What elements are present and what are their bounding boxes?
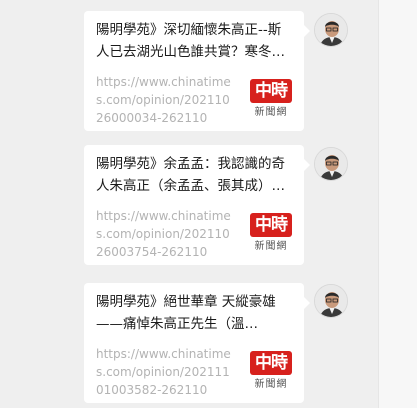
scrollbar-track[interactable] [378,0,417,408]
logo-top-text: 中時 [250,79,292,103]
logo-bottom-text: 新聞網 [254,107,288,118]
logo-bottom-text: 新聞網 [254,241,288,252]
link-card-title: 陽明學苑》余孟孟：我認識的奇人朱高正（余孟孟、張其成）… [96,156,285,194]
chinatimes-logo-icon: 中時 新聞網 [250,79,292,127]
link-card-url: https://www.chinatimes.com/opinion/20211… [96,75,231,125]
logo-bottom-text: 新聞網 [254,379,288,390]
link-card-title: 陽明學苑》深切緬懷朱高正--斯人已去湖光山色誰共賞？寒冬… [96,22,285,60]
user-avatar-icon[interactable] [314,284,348,318]
link-card-body: https://www.chinatimes.com/opinion/20211… [96,207,292,265]
user-avatar-icon[interactable] [314,13,348,47]
link-card-body: https://www.chinatimes.com/opinion/20211… [96,73,292,131]
link-card[interactable]: 陽明學苑》余孟孟：我認識的奇人朱高正（余孟孟、張其成）… https://www… [84,145,310,265]
link-card[interactable]: 陽明學苑》絕世華章 天縱豪雄——痛悼朱高正先生（溫… https://www.c… [84,283,310,403]
logo-top-text: 中時 [250,351,292,375]
chinatimes-logo-icon: 中時 新聞網 [250,351,292,399]
link-card-url: https://www.chinatimes.com/opinion/20211… [96,209,231,259]
link-card[interactable]: 陽明學苑》深切緬懷朱高正--斯人已去湖光山色誰共賞？寒冬… https://ww… [84,11,310,131]
link-card-title: 陽明學苑》絕世華章 天縱豪雄——痛悼朱高正先生（溫… [96,294,276,332]
chinatimes-logo-icon: 中時 新聞網 [250,213,292,261]
user-avatar-icon[interactable] [314,147,348,181]
link-card-body: https://www.chinatimes.com/opinion/20211… [96,345,292,403]
logo-top-text: 中時 [250,213,292,237]
chat-message-list[interactable]: 陽明學苑》深切緬懷朱高正--斯人已去湖光山色誰共賞？寒冬… https://ww… [0,0,378,408]
link-card-url: https://www.chinatimes.com/opinion/20211… [96,347,231,397]
